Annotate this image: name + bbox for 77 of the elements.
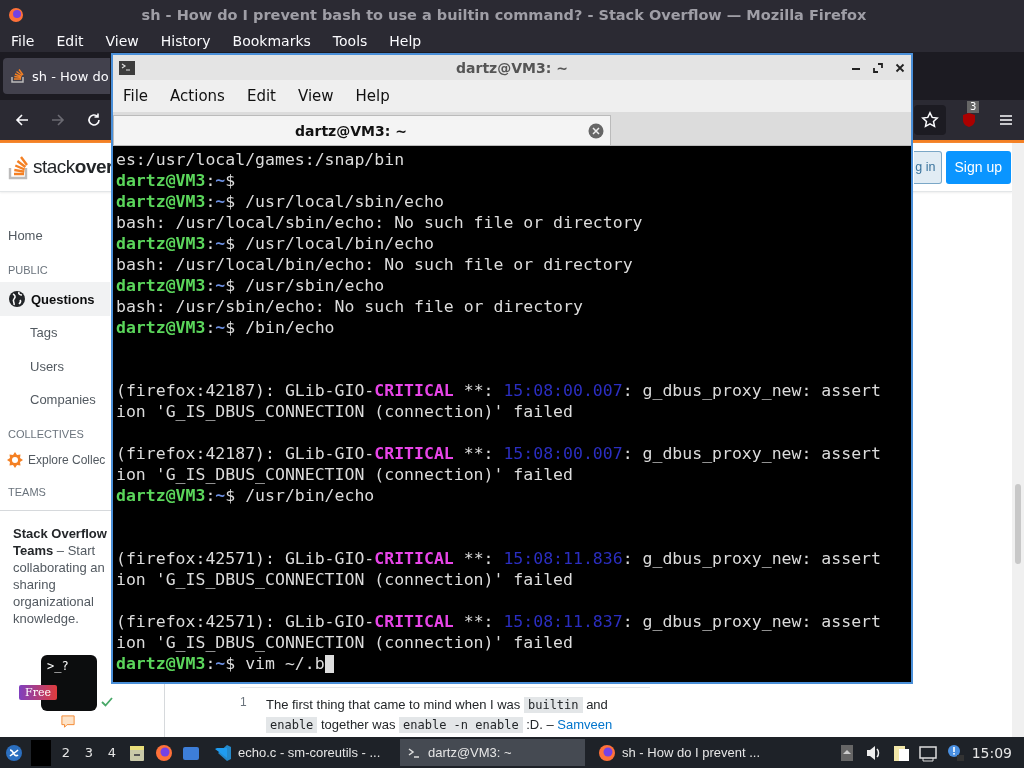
close-icon[interactable] [895,62,905,73]
workspace-button[interactable]: 2 [58,745,74,760]
window-title: sh - How do I prevent bash to use a builtin command? - Stack Overflow — Mozilla Firefox [140,7,868,23]
back-icon[interactable] [14,112,30,128]
sidebar-heading: COLLECTIVES [8,428,85,441]
sidebar-item[interactable]: Questions [0,282,110,316]
terminal-line: (firefox:42187): GLib-GIO-CRITICAL **: 15:08:00.007: g_dbus_proxy_new: assert [116,443,881,464]
login-button[interactable]: g in [914,150,942,184]
menu-item[interactable]: Edit [49,33,91,49]
browser-logo-icon[interactable] [154,742,174,763]
sidebar-item[interactable]: Tags [0,315,110,350]
terminal-line: dartz@VM3:~$ /usr/bin/echo [116,485,375,506]
terminal-line: ion 'G_IS_DBUS_CONNECTION (connection)' failed [116,632,573,653]
menu-item[interactable]: Edit [238,87,284,105]
terminal-line: bash: /usr/local/bin/echo: No such file or directory [116,254,633,275]
terminal-line: dartz@VM3:~$ [116,170,236,191]
clock: 15:09 [971,744,1013,761]
workspace-button[interactable]: 3 [81,745,97,760]
terminal-line: (firefox:42187): GLib-GIO-CRITICAL **: 15:08:00.007: g_dbus_proxy_new: assert [116,380,881,401]
comment-text: The first thing that came to mind when I was builtin and enable together was enable -n enable :D. – Samveen [266,696,614,735]
browser-tab[interactable]: sh - How do [3,58,110,94]
free-badge: Free [19,685,57,700]
user-link[interactable]: Samveen [557,717,613,732]
terminal-line: dartz@VM3:~$ /usr/local/sbin/echo [116,191,444,212]
menu-item[interactable]: History [153,33,218,49]
terminal-line: bash: /usr/sbin/echo: No such file or directory [116,296,583,317]
maximize-icon[interactable] [873,62,883,73]
menu-item[interactable]: Actions [162,87,233,105]
terminal-line: ion 'G_IS_DBUS_CONNECTION (connection)' failed [116,569,573,590]
sidebar-item[interactable]: Home [0,219,110,253]
menu-item[interactable]: Help [347,87,398,105]
taskbar-task[interactable]: sh - How do I prevent ... [592,739,777,766]
sidebar-item[interactable]: Companies [0,382,110,417]
menu-icon[interactable] [998,112,1014,128]
browser-logo-icon [8,7,24,23]
sidebar-item[interactable]: Explore Collec [0,446,110,474]
reload-icon[interactable] [86,112,102,128]
terminal-line: dartz@VM3:~$ /usr/sbin/echo [116,275,385,296]
menu-item[interactable]: Bookmarks [225,33,318,49]
terminal-line: (firefox:42571): GLib-GIO-CRITICAL **: 15:08:11.836: g_dbus_proxy_new: assert [116,548,881,569]
teams-promo-text: Stack Overflow Teams – Start collaborating an sharing organizational knowledge. [13,525,108,627]
menu-item[interactable]: View [98,33,146,49]
scrollbar-thumb[interactable] [1015,484,1021,564]
taskbar-task[interactable]: dartz@VM3: ~ [400,739,585,766]
collective-icon [7,452,23,469]
start-menu-icon[interactable] [4,742,24,763]
speech-bubble-icon [61,715,75,729]
menu-item[interactable]: File [115,87,157,105]
sidebar-item[interactable]: Users [0,349,110,383]
window-title: dartz@VM3: ~ [455,59,569,76]
bookmark-button[interactable] [914,105,946,135]
stack-logo-icon [10,68,26,84]
code-editor-icon [214,743,232,762]
menu-item[interactable]: File [4,33,42,49]
globe-icon [8,290,26,309]
menu-item[interactable]: View [289,87,342,105]
star-icon [921,111,939,129]
terminal-line: es:/usr/local/games:/snap/bin [116,149,405,170]
terminal-line: ion 'G_IS_DBUS_CONNECTION (connection)' failed [116,464,573,485]
shield-icon[interactable] [960,111,978,129]
terminal-icon [119,60,135,75]
menu-item[interactable]: Help [382,33,429,49]
comment-score: 1 [240,695,248,711]
logo-wordmark[interactable]: stackover [33,156,113,178]
menu-item[interactable]: Tools [325,33,375,49]
check-icon [101,697,113,707]
terminal-line: dartz@VM3:~$ vim ~/.b [116,653,325,674]
workspace-button[interactable]: 4 [104,745,120,760]
taskbar-task[interactable]: echo.c - sm-coreutils - ... [208,739,393,766]
terminal-line: dartz@VM3:~$ /usr/local/bin/echo [116,233,434,254]
terminal-line: ion 'G_IS_DBUS_CONNECTION (connection)' failed [116,401,573,422]
browser-logo-icon [598,743,616,762]
terminal-line: bash: /usr/local/sbin/echo: No such file or directory [116,212,643,233]
extension-badge: 3 [967,101,980,113]
terminal-tab[interactable]: dartz@VM3: ~ [113,115,611,145]
terminal-line: (firefox:42571): GLib-GIO-CRITICAL **: 15:08:11.837: g_dbus_proxy_new: assert [116,611,881,632]
terminal-line: dartz@VM3:~$ /bin/echo [116,317,335,338]
